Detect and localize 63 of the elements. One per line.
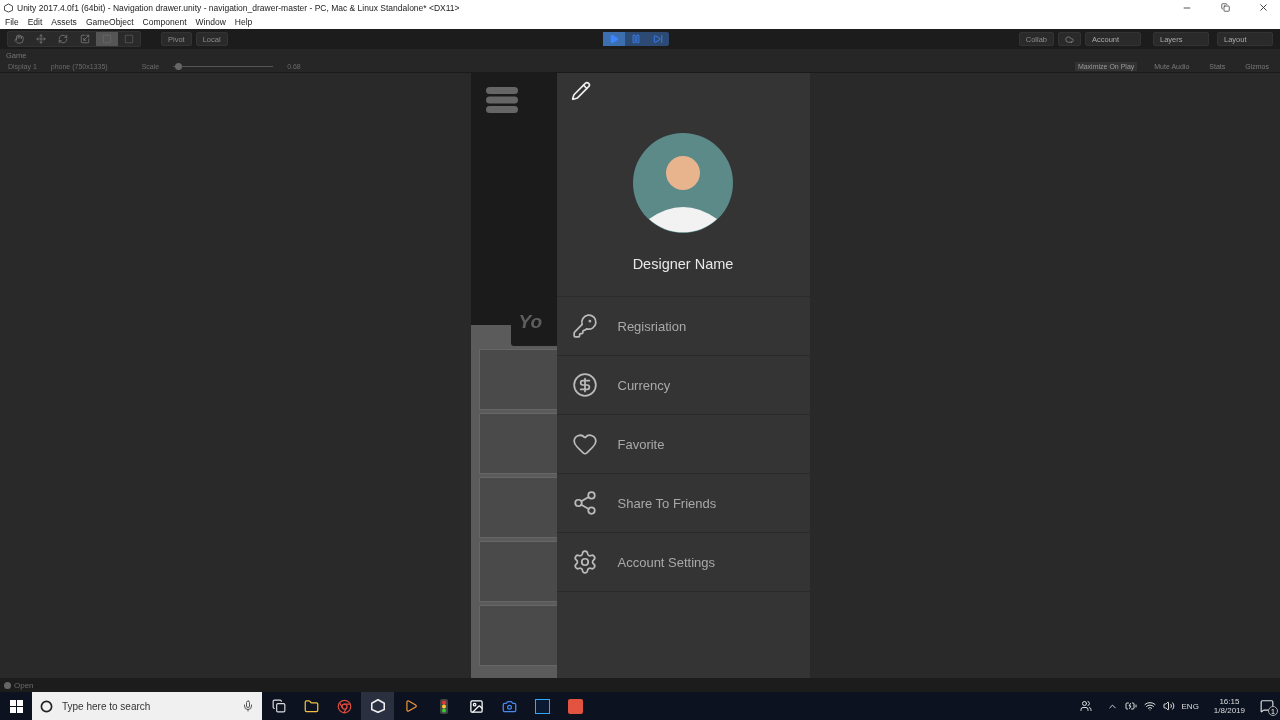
status-text: Open <box>14 680 34 690</box>
hexagon-icon <box>370 699 385 713</box>
window-title: Unity 2017.4.0f1 (64bit) - Navigation drawer.unity - navigation_drawer-master - PC, Mac & Linux Standalone* <DX11> <box>17 2 461 13</box>
clock-date: 1/8/2019 <box>1213 706 1245 715</box>
play-icon <box>608 34 619 44</box>
windows-logo-icon <box>9 699 23 713</box>
drawer-item-label: Favorite <box>617 436 665 452</box>
cloud-icon <box>1065 34 1074 44</box>
drawer-item-label: Account Settings <box>617 554 716 570</box>
edit-button[interactable] <box>570 81 591 101</box>
rotate-icon <box>58 34 68 44</box>
square-icon <box>568 698 583 714</box>
dollar-icon <box>571 372 598 398</box>
drawer-item-label: Currency <box>617 377 671 393</box>
scale-icon <box>80 34 90 44</box>
pause-icon <box>630 34 641 44</box>
hand-icon <box>14 34 24 44</box>
user-name: Designer Name <box>632 256 734 272</box>
editor-button[interactable] <box>361 692 394 720</box>
heart-icon <box>571 431 598 457</box>
step-icon <box>652 34 663 44</box>
task-view-icon <box>271 699 286 713</box>
image-icon <box>469 698 484 714</box>
menu-item[interactable]: Edit <box>27 17 43 27</box>
square-icon <box>535 698 550 714</box>
move-arrows-icon <box>36 34 46 44</box>
menu-icon[interactable] <box>485 87 518 113</box>
clock-time: 16:15 <box>1219 697 1240 706</box>
key-icon <box>571 313 598 339</box>
search-input[interactable]: Type here to search <box>60 699 235 713</box>
drawer-item-label: Share To Friends <box>617 495 717 511</box>
drawer-item-label: Regisriation <box>617 318 687 334</box>
people-icon[interactable] <box>1079 700 1092 712</box>
clock[interactable]: 16:15 1/8/2019 <box>1213 697 1245 715</box>
scale-slider-thumb[interactable] <box>175 63 182 70</box>
transform-icon <box>124 34 134 44</box>
microphone-icon <box>242 700 254 712</box>
menu-item[interactable]: Assets <box>51 17 77 27</box>
gear-icon <box>571 549 598 575</box>
info-icon <box>4 681 11 689</box>
wifi-icon[interactable] <box>1143 700 1156 712</box>
play-icon <box>403 699 418 713</box>
folder-icon <box>304 698 319 714</box>
volume-icon[interactable] <box>1162 700 1175 712</box>
ring-icon <box>40 699 53 713</box>
traffic-light-icon <box>439 698 448 714</box>
play-button[interactable] <box>602 32 625 46</box>
restore-icon <box>1220 3 1230 12</box>
battery-icon[interactable] <box>1124 700 1137 712</box>
menu-item[interactable]: Window <box>195 17 226 27</box>
pencil-icon <box>570 81 591 101</box>
close-icon <box>1257 2 1269 13</box>
language-indicator[interactable]: ENG <box>1181 701 1199 711</box>
search-bar[interactable]: Type here to search <box>32 692 262 720</box>
menu-item[interactable]: Component <box>142 17 187 27</box>
camera-icon <box>502 698 517 714</box>
message-icon <box>1260 699 1274 713</box>
share-icon <box>571 490 598 516</box>
menu-item[interactable]: Help <box>234 17 253 27</box>
browser-icon <box>337 698 352 714</box>
card-text: Yo <box>518 310 543 333</box>
menu-item[interactable]: GameObject <box>85 17 134 27</box>
menu-item[interactable]: File <box>5 17 19 27</box>
